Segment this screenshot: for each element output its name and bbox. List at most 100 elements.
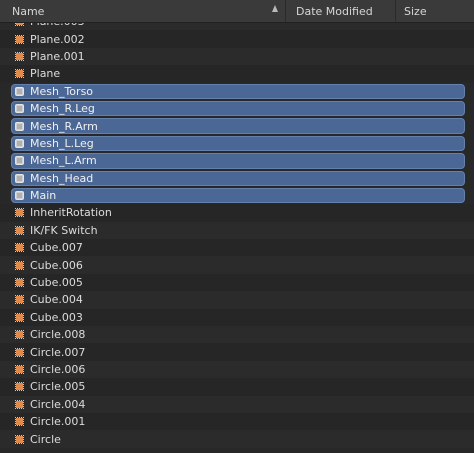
list-item-label: Mesh_R.Leg (30, 102, 95, 116)
list-item-label: InheritRotation (30, 206, 112, 220)
list-item[interactable]: Circle.001 (0, 412, 474, 431)
name-column-label: Name (12, 4, 45, 18)
list-item[interactable]: Main (0, 187, 474, 204)
object-icon (15, 347, 24, 357)
date-modified-column-label: Date Modified (296, 4, 373, 18)
list-item-label: Plane (30, 67, 61, 81)
size-column-header[interactable]: Size (396, 0, 474, 22)
list-item[interactable]: Mesh_L.Leg (0, 135, 474, 152)
object-icon-fill (16, 279, 23, 287)
list-item[interactable]: Circle (0, 430, 474, 448)
list-item-label: Circle.006 (30, 363, 86, 376)
list-item[interactable]: Plane.002 (0, 30, 474, 48)
object-icon-fill (16, 296, 23, 304)
list-item[interactable]: IK/FK Switch (0, 221, 474, 240)
object-icon-fill (16, 400, 23, 408)
object-icon (15, 243, 24, 253)
object-icon-fill (16, 383, 23, 391)
list-item-label: Circle (30, 432, 61, 446)
list-item[interactable]: Cube.005 (0, 273, 474, 292)
list-item-label: Mesh_R.Arm (30, 119, 98, 133)
list-item[interactable]: Mesh_Head (0, 170, 474, 187)
object-icon-fill (16, 261, 23, 269)
object-icon (15, 138, 24, 148)
list-item[interactable]: Circle.004 (0, 395, 474, 413)
sort-ascending-icon[interactable] (272, 5, 278, 12)
object-icon (15, 225, 24, 235)
object-icon-fill (17, 123, 22, 129)
list-item-label: Cube.003 (30, 310, 83, 324)
object-list: Plane.003Plane.002Plane.001PlaneMesh_Tor… (0, 13, 474, 448)
object-icon-fill (16, 70, 23, 78)
object-icon (15, 208, 24, 218)
object-icon-fill (16, 418, 23, 426)
list-item-label: Plane.002 (30, 32, 85, 46)
list-item-label: Circle.005 (30, 380, 86, 394)
list-item[interactable]: Circle.005 (0, 378, 474, 396)
object-icon-fill (16, 35, 23, 43)
object-icon-fill (17, 140, 22, 146)
list-item[interactable]: Cube.003 (0, 308, 474, 327)
object-icon-fill (16, 435, 23, 443)
list-item-label: Mesh_L.Leg (30, 136, 94, 150)
list-item-label: Cube.006 (30, 258, 83, 272)
object-icon (15, 260, 24, 270)
object-icon (15, 312, 24, 322)
date-modified-column-header[interactable]: Date Modified (286, 0, 396, 22)
object-icon (15, 399, 24, 409)
list-item[interactable]: Circle.007 (0, 343, 474, 361)
object-icon (15, 434, 24, 444)
list-item[interactable]: Cube.007 (0, 239, 474, 257)
object-icon (15, 382, 24, 392)
object-icon-fill (16, 348, 23, 356)
object-icon (15, 191, 24, 201)
size-column-label: Size (404, 4, 427, 18)
list-item[interactable]: Mesh_R.Leg (0, 100, 474, 117)
object-icon (15, 365, 24, 374)
object-icon (15, 121, 24, 131)
object-icon-fill (16, 52, 23, 60)
object-icon (15, 417, 24, 427)
list-item-label: Cube.007 (30, 241, 83, 255)
object-icon (15, 104, 24, 114)
list-item[interactable]: Mesh_R.Arm (0, 117, 474, 135)
object-icon-fill (16, 313, 23, 321)
list-item-label: IK/FK Switch (30, 223, 98, 237)
object-icon-fill (16, 209, 23, 217)
object-icon-fill (17, 158, 22, 164)
object-icon (15, 330, 24, 340)
list-item-label: Cube.004 (30, 293, 83, 307)
list-item[interactable]: Mesh_L.Arm (0, 152, 474, 169)
list-item[interactable]: Cube.006 (0, 256, 474, 274)
object-icon-fill (16, 331, 23, 339)
list-item[interactable]: Circle.008 (0, 326, 474, 344)
object-icon (15, 34, 24, 44)
object-icon (15, 278, 24, 288)
object-icon (15, 51, 24, 61)
object-icon-fill (16, 226, 23, 234)
object-icon-fill (16, 244, 23, 252)
list-item-label: Mesh_Head (30, 171, 94, 185)
list-item[interactable]: Plane.001 (0, 47, 474, 66)
list-item[interactable]: Cube.004 (0, 291, 474, 309)
object-icon (15, 173, 24, 183)
list-item-label: Plane.001 (30, 49, 85, 63)
object-icon-fill (17, 88, 22, 94)
list-item-label: Mesh_Torso (30, 84, 94, 98)
list-item-label: Circle.008 (30, 328, 86, 342)
list-item-label: Circle.004 (30, 397, 86, 411)
object-icon-fill (16, 366, 23, 373)
list-item-label: Mesh_L.Arm (30, 154, 97, 168)
object-icon-fill (17, 193, 22, 199)
column-header: Name Date Modified Size (0, 0, 474, 23)
object-icon (15, 86, 24, 96)
object-icon (15, 156, 24, 166)
list-item[interactable]: Plane (0, 65, 474, 83)
object-icon-fill (17, 175, 22, 181)
list-item[interactable]: Circle.006 (0, 360, 474, 379)
name-column-header[interactable]: Name (0, 0, 286, 22)
list-item[interactable]: InheritRotation (0, 204, 474, 222)
list-item-label: Main (30, 189, 57, 203)
file-browser: Plane.003Plane.002Plane.001PlaneMesh_Tor… (0, 0, 474, 453)
list-item[interactable]: Mesh_Torso (0, 83, 474, 100)
